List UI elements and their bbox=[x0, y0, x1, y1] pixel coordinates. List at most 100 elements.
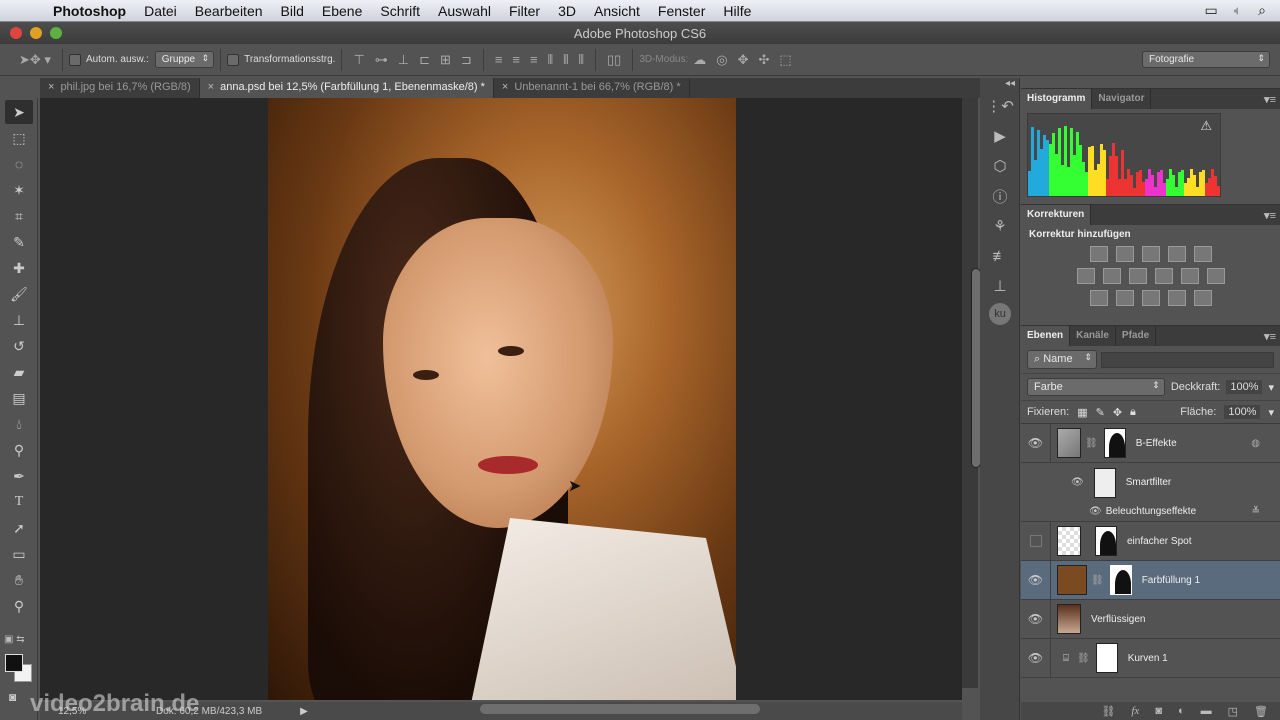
panel-menu-icon[interactable]: ▾≡ bbox=[1264, 209, 1276, 222]
menu-datei[interactable]: Datei bbox=[135, 3, 186, 19]
visibility-eye-icon[interactable]: 👁︎ bbox=[1021, 424, 1051, 462]
magic-wand-tool-icon[interactable]: ✶ bbox=[5, 178, 33, 202]
path-selection-tool-icon[interactable]: ➚ bbox=[5, 516, 33, 540]
align-top-icon[interactable]: ⊤ bbox=[353, 52, 364, 68]
pen-tool-icon[interactable]: ✒ bbox=[5, 464, 33, 488]
status-menu-arrow-icon[interactable]: ▶ bbox=[300, 706, 308, 717]
panel-menu-icon[interactable]: ▾≡ bbox=[1264, 93, 1276, 106]
layer-mask-thumbnail[interactable] bbox=[1095, 526, 1117, 556]
3d-panel-icon[interactable]: ⬡ bbox=[985, 153, 1015, 179]
tab-channels[interactable]: Kanäle bbox=[1070, 326, 1116, 346]
3d-slide-icon[interactable]: ✣ bbox=[758, 52, 769, 68]
delete-layer-icon[interactable]: 🗑︎ bbox=[1254, 705, 1268, 718]
menu-bild[interactable]: Bild bbox=[272, 3, 313, 19]
selective-color-icon[interactable] bbox=[1167, 290, 1186, 306]
menu-bearbeiten[interactable]: Bearbeiten bbox=[186, 3, 272, 19]
crop-tool-icon[interactable]: ⌗ bbox=[5, 204, 33, 228]
menu-3d[interactable]: 3D bbox=[549, 3, 585, 19]
black-white-icon[interactable] bbox=[1128, 268, 1147, 284]
canvas-vertical-scrollbar[interactable] bbox=[962, 98, 981, 688]
align-bottom-icon[interactable]: ⊥ bbox=[398, 52, 409, 68]
actions-panel-icon[interactable]: ▶ bbox=[985, 123, 1015, 149]
close-tab-icon[interactable]: × bbox=[208, 81, 214, 93]
auto-select-checkbox[interactable] bbox=[68, 53, 81, 66]
distribute-top-icon[interactable]: ≡ bbox=[495, 52, 503, 67]
gradient-map-icon[interactable] bbox=[1193, 290, 1212, 306]
clone-source-icon[interactable]: ⊥ bbox=[985, 273, 1015, 299]
layer-mask-thumbnail[interactable] bbox=[1103, 428, 1126, 458]
new-group-icon[interactable]: ▬ bbox=[1201, 705, 1212, 717]
levels-icon[interactable] bbox=[1115, 246, 1134, 262]
lock-position-icon[interactable]: ✥ bbox=[1113, 406, 1122, 419]
3d-scale-icon[interactable]: ⬚ bbox=[779, 52, 791, 68]
3d-drag-icon[interactable]: ✥ bbox=[738, 52, 749, 68]
layer-row[interactable]: einfacher Spot bbox=[1021, 522, 1280, 561]
canvas-horizontal-scrollbar[interactable] bbox=[480, 704, 760, 714]
distribute-bottom-icon[interactable]: ≡ bbox=[530, 52, 538, 67]
brightness-contrast-icon[interactable] bbox=[1089, 246, 1108, 262]
layer-row[interactable]: 👁︎ Smartfilter bbox=[1021, 463, 1280, 502]
opacity-input[interactable]: 100% bbox=[1226, 380, 1263, 394]
blend-mode-dropdown[interactable]: Farbe bbox=[1027, 378, 1165, 396]
menu-ebene[interactable]: Ebene bbox=[313, 3, 371, 19]
layer-row[interactable]: 👁︎ ⛓ B-Effekte ◍ bbox=[1021, 424, 1280, 463]
posterize-icon[interactable] bbox=[1115, 290, 1134, 306]
visibility-eye-icon[interactable]: 👁︎ bbox=[1071, 477, 1084, 488]
rectangle-tool-icon[interactable]: ▭ bbox=[5, 542, 33, 566]
opacity-dropdown-icon[interactable]: ▾ bbox=[1268, 381, 1274, 394]
spotlight-search-icon[interactable]: ⌕ bbox=[1258, 2, 1266, 19]
kuler-icon[interactable]: ku bbox=[989, 303, 1011, 325]
auto-align-icon[interactable]: ▯▯ bbox=[607, 52, 621, 68]
layer-filter-input[interactable] bbox=[1101, 351, 1274, 368]
minimize-window-button[interactable] bbox=[30, 27, 42, 39]
warning-icon[interactable]: ⚠ bbox=[1200, 118, 1212, 134]
menu-schrift[interactable]: Schrift bbox=[371, 3, 429, 19]
eyedropper-tool-icon[interactable]: ✎ bbox=[5, 230, 33, 254]
threshold-icon[interactable] bbox=[1141, 290, 1160, 306]
3d-roll-icon[interactable]: ◎ bbox=[716, 52, 727, 68]
lock-all-icon[interactable]: 🔒︎ bbox=[1130, 406, 1136, 419]
visibility-eye-icon[interactable]: 👁︎ bbox=[1089, 506, 1102, 517]
close-tab-icon[interactable]: × bbox=[502, 81, 508, 93]
quick-mask-icon[interactable]: ◙ bbox=[9, 690, 16, 704]
fx-icon[interactable]: fx bbox=[1131, 705, 1139, 717]
panel-menu-icon[interactable]: ▾≡ bbox=[1264, 330, 1276, 343]
layer-filter-kind-dropdown[interactable]: ⌕ Name bbox=[1027, 350, 1097, 369]
history-brush-tool-icon[interactable]: ↺ bbox=[5, 334, 33, 358]
fill-dropdown-icon[interactable]: ▾ bbox=[1268, 406, 1274, 419]
layer-row[interactable]: 👁︎ Beleuchtungseffekte ≚ bbox=[1021, 502, 1280, 522]
tab-phil[interactable]: × phil.jpg bei 16,7% (RGB/8) bbox=[40, 78, 200, 98]
tab-paths[interactable]: Pfade bbox=[1116, 326, 1157, 346]
brush-tool-icon[interactable]: 🖌︎ bbox=[5, 282, 33, 306]
layer-mask-thumbnail[interactable] bbox=[1109, 565, 1132, 595]
foreground-color-swatch[interactable] bbox=[5, 654, 23, 672]
hand-tool-icon[interactable]: ✋︎ bbox=[5, 568, 33, 592]
tab-anna[interactable]: × anna.psd bei 12,5% (Farbfüllung 1, Eben… bbox=[199, 78, 494, 98]
menu-filter[interactable]: Filter bbox=[500, 3, 549, 19]
fill-input[interactable]: 100% bbox=[1224, 405, 1261, 419]
close-tab-icon[interactable]: × bbox=[48, 81, 54, 93]
gradient-tool-icon[interactable]: ▤ bbox=[5, 386, 33, 410]
tab-navigator[interactable]: Navigator bbox=[1092, 89, 1152, 109]
dodge-tool-icon[interactable]: ⚲ bbox=[5, 438, 33, 462]
workspace-dropdown[interactable]: Fotografie bbox=[1142, 51, 1270, 68]
distribute-left-icon[interactable]: ⫴ bbox=[548, 52, 553, 68]
link-layers-icon[interactable]: ⛓ bbox=[1101, 705, 1115, 718]
align-hcenter-icon[interactable]: ⊞ bbox=[440, 52, 451, 68]
layer-row[interactable]: 👁︎ Verflüssigen bbox=[1021, 600, 1280, 639]
tab-histogram[interactable]: Histogramm bbox=[1021, 89, 1093, 109]
vibrance-icon[interactable] bbox=[1193, 246, 1212, 262]
collapse-dock-icon[interactable]: ◂◂ bbox=[980, 78, 1019, 89]
menu-photoshop[interactable]: Photoshop bbox=[44, 3, 135, 19]
menu-fenster[interactable]: Fenster bbox=[649, 3, 714, 19]
menu-hilfe[interactable]: Hilfe bbox=[714, 3, 760, 19]
healing-brush-tool-icon[interactable]: ✚ bbox=[5, 256, 33, 280]
distribute-vcenter-icon[interactable]: ≡ bbox=[512, 52, 520, 67]
link-icon[interactable]: ⛓ bbox=[1085, 438, 1098, 449]
lock-pixels-icon[interactable]: ✎ bbox=[1096, 406, 1105, 419]
color-balance-icon[interactable] bbox=[1102, 268, 1121, 284]
blur-tool-icon[interactable]: 💧︎ bbox=[5, 412, 33, 436]
volume-icon[interactable]: 🔈︎ bbox=[1234, 2, 1242, 19]
layer-row-selected[interactable]: 👁︎ ⛓ Farbfüllung 1 bbox=[1021, 561, 1280, 600]
zoom-tool-icon[interactable]: ⚲ bbox=[5, 594, 33, 618]
